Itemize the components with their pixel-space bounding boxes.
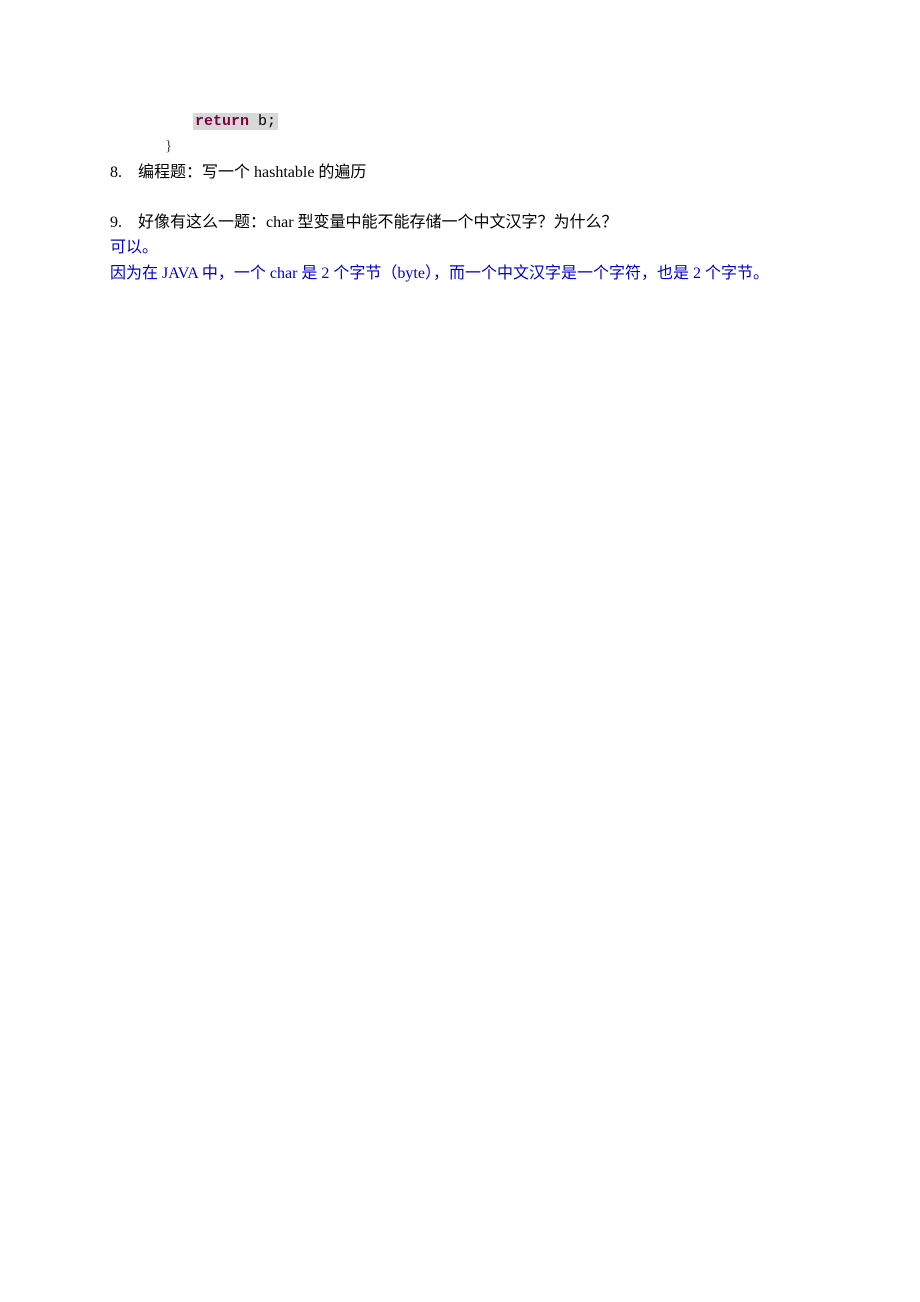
code-var: b; (249, 113, 276, 130)
answer-9-line1: 可以。 (110, 235, 810, 261)
question-8: 8. 编程题：写一个 hashtable 的遍历 (110, 160, 810, 186)
code-highlight: return b; (193, 113, 278, 130)
question-9-text: 好像有这么一题：char 型变量中能不能存储一个中文汉字？为什么？ (138, 210, 810, 236)
code-close-brace: } (165, 134, 810, 158)
spacer (110, 186, 810, 208)
answer-9-line2: 因为在 JAVA 中，一个 char 是 2 个字节（byte），而一个中文汉字… (110, 261, 810, 287)
document-page: return b; } 8. 编程题：写一个 hashtable 的遍历 9. … (0, 0, 920, 1302)
keyword-return: return (195, 113, 249, 130)
question-9: 9. 好像有这么一题：char 型变量中能不能存储一个中文汉字？为什么？ (110, 210, 810, 236)
question-8-text: 编程题：写一个 hashtable 的遍历 (138, 160, 810, 186)
question-9-number: 9. (110, 210, 138, 236)
question-8-number: 8. (110, 160, 138, 186)
code-return-line: return b; (193, 110, 810, 134)
